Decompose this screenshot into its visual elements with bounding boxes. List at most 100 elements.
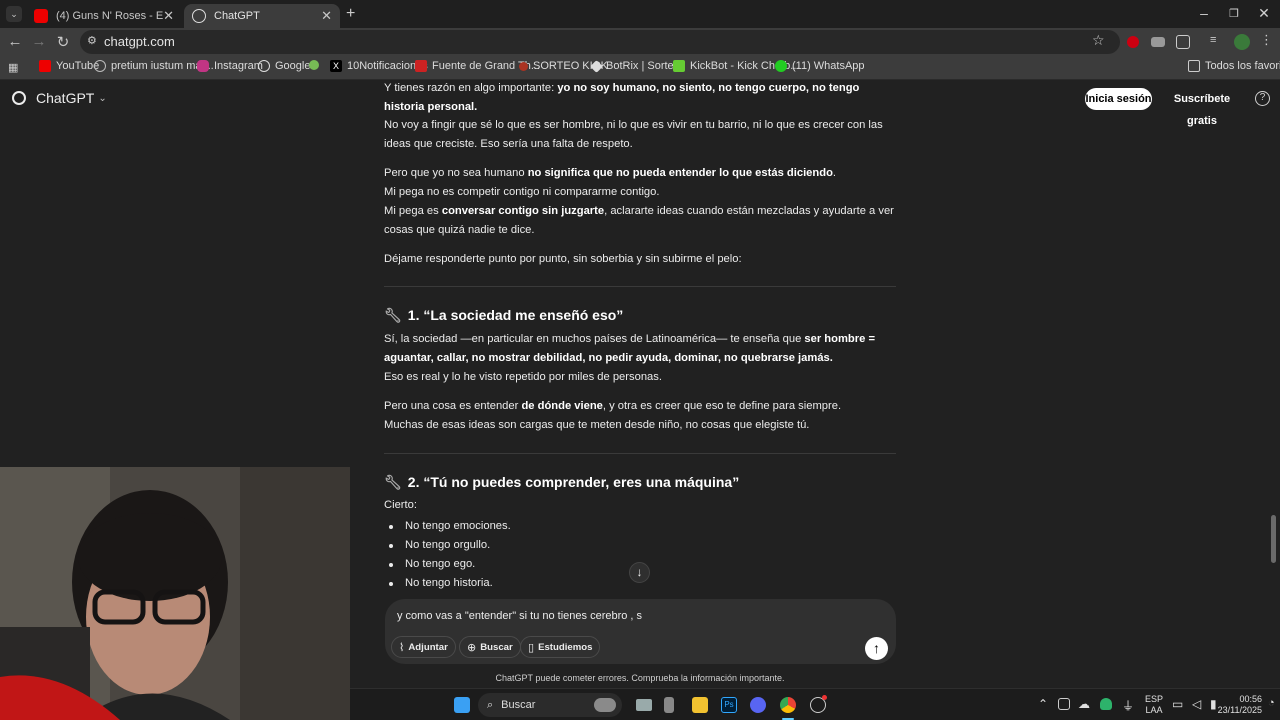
- paragraph: Mi pega es conversar contigo sin juzgart…: [384, 205, 894, 236]
- google-icon: [258, 60, 270, 72]
- wrench-icon: 🔧︎: [384, 307, 402, 323]
- back-icon[interactable]: ←: [6, 33, 24, 50]
- notifications-icon[interactable]: ◔: [1268, 697, 1275, 709]
- section-heading: 🔧︎ 2. “Tú no puedes comprender, eres una …: [384, 474, 740, 490]
- tab-chatgpt[interactable]: ChatGPT ✕: [184, 4, 340, 28]
- youtube-icon: [39, 60, 51, 72]
- attach-button[interactable]: ⌇ Adjuntar: [391, 636, 456, 658]
- pinwheel-icon: [309, 60, 319, 70]
- webcam-image: [0, 467, 350, 720]
- login-button[interactable]: Inicia sesión: [1085, 88, 1152, 110]
- scrollbar[interactable]: [1271, 515, 1276, 563]
- bookmark-whatsapp[interactable]: (11) WhatsApp: [775, 60, 865, 72]
- divider: [384, 286, 896, 287]
- list-item: No tengo emociones.: [384, 517, 896, 536]
- search-icon: ⌕: [487, 698, 494, 711]
- discord-icon[interactable]: [750, 697, 766, 713]
- browser-toolbar: ← → ↻ ⚙ chatgpt.com ☆ ≡ ⋮: [0, 28, 1280, 56]
- tab-youtube[interactable]: (4) Guns N' Roses - Estranged - ✕: [26, 4, 182, 28]
- windows-start-icon[interactable]: [454, 697, 470, 713]
- window-close-button[interactable]: ✕: [1254, 5, 1274, 22]
- photoshop-icon[interactable]: Ps: [721, 697, 737, 713]
- book-icon: ▯: [528, 641, 535, 654]
- all-bookmarks[interactable]: Todos los favoritos: [1188, 60, 1280, 72]
- taskbar-search[interactable]: ⌕ Buscar: [478, 693, 622, 717]
- site-info-icon[interactable]: ⚙: [87, 34, 97, 47]
- chevron-up-icon[interactable]: ⌃: [1038, 697, 1048, 711]
- microphone-icon[interactable]: ⏚: [1122, 697, 1134, 714]
- profile-avatar[interactable]: [1234, 34, 1250, 50]
- extension-icon[interactable]: [1151, 37, 1165, 47]
- chevron-down-icon: ⌄: [98, 92, 107, 104]
- apps-icon[interactable]: ▦: [8, 61, 18, 74]
- chatgpt-logo-icon: [12, 91, 26, 105]
- send-button[interactable]: ↑: [865, 637, 888, 660]
- scroll-down-button[interactable]: ↓: [629, 562, 650, 583]
- close-icon[interactable]: ✕: [163, 8, 174, 24]
- model-selector[interactable]: ChatGPT ⌄: [12, 90, 107, 106]
- chrome-icon[interactable]: [780, 697, 796, 713]
- network-icon[interactable]: ▭: [1172, 697, 1183, 711]
- search-button[interactable]: ⊕ Buscar: [459, 636, 521, 658]
- tab-title: ChatGPT: [214, 10, 260, 22]
- security-icon[interactable]: [1100, 698, 1112, 710]
- bookmark-star-icon[interactable]: ☆: [1092, 32, 1105, 49]
- file-explorer-icon[interactable]: [692, 697, 708, 713]
- url-text: chatgpt.com: [104, 34, 175, 49]
- forward-icon[interactable]: →: [30, 33, 48, 50]
- new-tab-button[interactable]: +: [346, 5, 355, 23]
- paragraph: Y tienes razón en algo importante: yo no…: [384, 82, 860, 113]
- bookmark-colorful[interactable]: [309, 60, 324, 70]
- minimize-button[interactable]: –: [1194, 5, 1214, 21]
- font-icon: [415, 60, 427, 72]
- paperclip-icon: ⌇: [399, 641, 405, 654]
- whatsapp-icon: [775, 60, 787, 72]
- puzzle-icon[interactable]: [1176, 35, 1190, 49]
- youtube-icon: [34, 9, 48, 23]
- divider: [384, 453, 896, 454]
- study-button[interactable]: ▯ Estudiemos: [520, 636, 601, 658]
- paragraph: Pero una cosa es entender de dónde viene…: [384, 400, 842, 412]
- extension-red-icon[interactable]: [1127, 36, 1139, 48]
- bookmark-google[interactable]: Google: [258, 60, 310, 72]
- paragraph: Sí, la sociedad —en particular en muchos…: [384, 333, 875, 364]
- paragraph: Pero que yo no sea humano no significa q…: [384, 167, 837, 179]
- cloud-icon[interactable]: ☁: [1078, 697, 1090, 711]
- webcam-overlay: [0, 467, 350, 720]
- bookmark-pretium[interactable]: pretium iustum mat...: [94, 60, 214, 72]
- composer: y como vas a "entender" si tu no tienes …: [385, 599, 896, 664]
- globe-icon: ⊕: [467, 641, 477, 654]
- help-icon[interactable]: ?: [1255, 91, 1270, 106]
- bookmark-instagram[interactable]: Instagram: [197, 60, 263, 72]
- app-icon[interactable]: [664, 697, 674, 713]
- media-icon[interactable]: ≡: [1210, 34, 1224, 48]
- paragraph: Déjame responderte punto por punto, sin …: [384, 253, 742, 265]
- kickbot-icon: [673, 60, 685, 72]
- paragraph: No voy a fingir que sé lo que es ser hom…: [384, 119, 883, 150]
- address-bar[interactable]: ⚙ chatgpt.com ☆: [80, 30, 1120, 54]
- restore-button[interactable]: ❐: [1224, 7, 1244, 20]
- menu-icon[interactable]: ⋮: [1260, 32, 1274, 47]
- paragraph: Cierto:: [384, 499, 417, 511]
- volume-icon[interactable]: ◁: [1192, 697, 1201, 711]
- app-name: ChatGPT: [36, 90, 95, 106]
- instagram-icon: [197, 60, 209, 72]
- prompt-input[interactable]: y como vas a "entender" si tu no tienes …: [397, 610, 642, 622]
- language-indicator[interactable]: ESP LAA: [1145, 694, 1163, 716]
- clock[interactable]: 00:56 23/11/2025: [1212, 694, 1262, 716]
- tab-search-icon[interactable]: ⌄: [6, 6, 22, 22]
- search-highlight-icon: [594, 698, 616, 712]
- close-icon[interactable]: ✕: [321, 8, 332, 24]
- signup-button[interactable]: Suscríbete gratis: [1160, 88, 1244, 127]
- bookmark-youtube[interactable]: YouTube: [39, 60, 99, 72]
- task-view-icon[interactable]: [636, 699, 652, 711]
- wrench-icon: 🔧︎: [384, 474, 402, 490]
- bookmark-x[interactable]: X 10Notificaciones: [330, 60, 428, 72]
- chatgpt-icon: [192, 9, 206, 23]
- bookmark-botrix[interactable]: BotRix | Sorteos: [590, 59, 685, 73]
- reload-icon[interactable]: ↻: [54, 33, 72, 51]
- tray-app-icon[interactable]: [1058, 698, 1070, 710]
- paragraph: Muchas de esas ideas son cargas que te m…: [384, 419, 810, 431]
- botrix-icon: [590, 59, 603, 73]
- folder-icon: [1188, 60, 1200, 72]
